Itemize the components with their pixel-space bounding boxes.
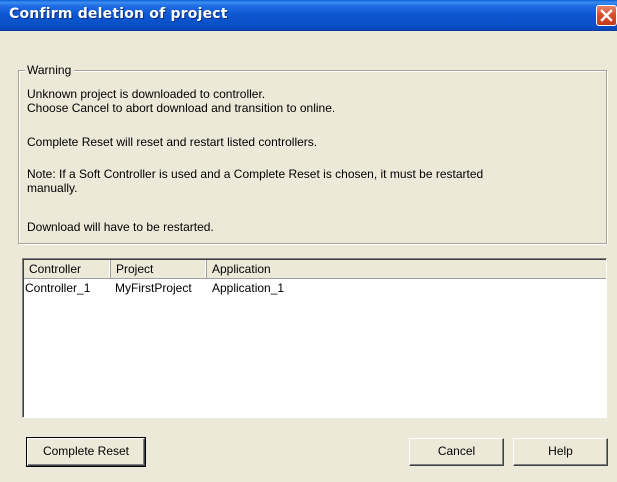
warning-legend: Warning xyxy=(25,63,75,77)
cell-project: MyFirstProject xyxy=(115,281,192,295)
help-button[interactable]: Help xyxy=(513,438,608,466)
column-header-controller[interactable]: Controller xyxy=(24,260,111,278)
warning-line-complete-reset: Complete Reset will reset and restart li… xyxy=(27,135,318,149)
warning-line-note: Note: If a Soft Controller is used and a… xyxy=(27,167,484,181)
title-bar[interactable]: Confirm deletion of project xyxy=(0,0,617,31)
list-header: Controller Project Application xyxy=(24,260,606,279)
confirm-deletion-dialog: Confirm deletion of project Warning Unkn… xyxy=(0,0,617,482)
warning-line-note-cont: manually. xyxy=(27,181,78,195)
window-title: Confirm deletion of project xyxy=(9,6,228,22)
warning-line-unknown-project: Unknown project is downloaded to control… xyxy=(27,87,266,101)
close-icon xyxy=(600,9,613,22)
column-header-project[interactable]: Project xyxy=(111,260,207,278)
warning-line-download-restart: Download will have to be restarted. xyxy=(27,220,214,234)
cell-controller: Controller_1 xyxy=(25,281,91,295)
cell-application: Application_1 xyxy=(212,281,285,295)
complete-reset-button[interactable]: Complete Reset xyxy=(26,437,146,467)
column-header-application[interactable]: Application xyxy=(207,260,606,278)
controller-list[interactable]: Controller Project Application Controlle… xyxy=(22,258,607,418)
warning-line-choose-cancel: Choose Cancel to abort download and tran… xyxy=(27,101,336,115)
table-row[interactable]: Controller_1 MyFirstProject Application_… xyxy=(24,280,606,296)
close-button[interactable] xyxy=(596,5,617,26)
cancel-button[interactable]: Cancel xyxy=(409,438,504,466)
